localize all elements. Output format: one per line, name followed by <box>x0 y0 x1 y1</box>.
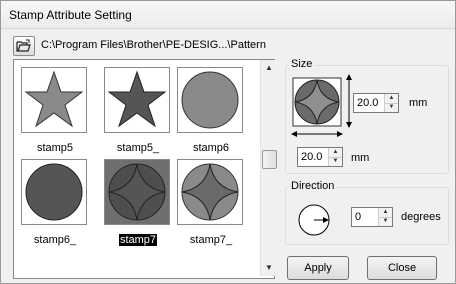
stamp-thumbnail <box>21 67 87 133</box>
stamp-item[interactable]: stamp6 <box>177 67 245 157</box>
stamp-label: stamp6_ <box>33 234 77 246</box>
stamp-attribute-dialog: Stamp Attribute Setting C:\Program Files… <box>0 0 456 284</box>
stamp-thumbnail <box>177 159 243 225</box>
scroll-up-arrow[interactable]: ▲ <box>261 60 277 76</box>
star-icon <box>107 70 167 128</box>
direction-group-label: Direction <box>289 180 337 192</box>
direction-dial-icon <box>298 204 330 236</box>
open-folder-button[interactable] <box>13 36 35 56</box>
scroll-down-arrow[interactable]: ▼ <box>261 260 277 276</box>
direction-down-arrow[interactable]: ▼ <box>379 217 392 226</box>
stamp-label: stamp5 <box>36 142 74 154</box>
size-preview-icon <box>291 74 352 137</box>
astroid-icon <box>181 163 239 221</box>
stamp-item[interactable]: stamp5 <box>21 67 89 157</box>
stamp-list-scrollbar[interactable]: ▲ ▼ <box>260 60 277 276</box>
stamp-label: stamp5_ <box>116 142 160 154</box>
stamp-thumbnail <box>104 159 170 225</box>
scroll-thumb[interactable] <box>262 150 277 169</box>
direction-unit: degrees <box>401 211 441 223</box>
circle-icon <box>181 71 239 129</box>
width-down-arrow[interactable]: ▼ <box>329 157 342 166</box>
size-group-label: Size <box>289 58 315 70</box>
stamp-thumbnail <box>21 159 87 225</box>
circle-icon <box>25 163 83 221</box>
width-spinbox[interactable]: 20.0 ▲ ▼ <box>297 147 343 167</box>
stamp-thumbnail <box>177 67 243 133</box>
astroid-icon <box>108 163 166 221</box>
stamp-item-selected[interactable]: stamp7 <box>104 159 172 249</box>
stamp-thumbnail <box>104 67 170 133</box>
height-unit: mm <box>409 97 428 109</box>
stamp-item[interactable]: stamp6_ <box>21 159 89 249</box>
stamp-label: stamp6 <box>192 142 230 154</box>
stamp-label: stamp7 <box>117 233 159 247</box>
stamp-item[interactable]: stamp5_ <box>104 67 172 157</box>
star-icon <box>24 70 84 128</box>
dialog-title: Stamp Attribute Setting <box>9 8 132 22</box>
height-down-arrow[interactable]: ▼ <box>385 103 398 112</box>
height-spinbox[interactable]: 20.0 ▲ ▼ <box>353 93 399 113</box>
apply-button[interactable]: Apply <box>287 256 349 280</box>
width-unit: mm <box>351 152 370 164</box>
folder-path: C:\Program Files\Brother\PE-DESIG...\Pat… <box>41 39 266 51</box>
close-button[interactable]: Close <box>367 256 437 280</box>
stamp-label: stamp7_ <box>189 234 233 246</box>
direction-spinbox[interactable]: 0 ▲ ▼ <box>351 207 393 227</box>
title-bar: Stamp Attribute Setting <box>1 1 455 29</box>
stamp-item[interactable]: stamp7_ <box>177 159 245 249</box>
folder-open-icon <box>16 39 31 52</box>
